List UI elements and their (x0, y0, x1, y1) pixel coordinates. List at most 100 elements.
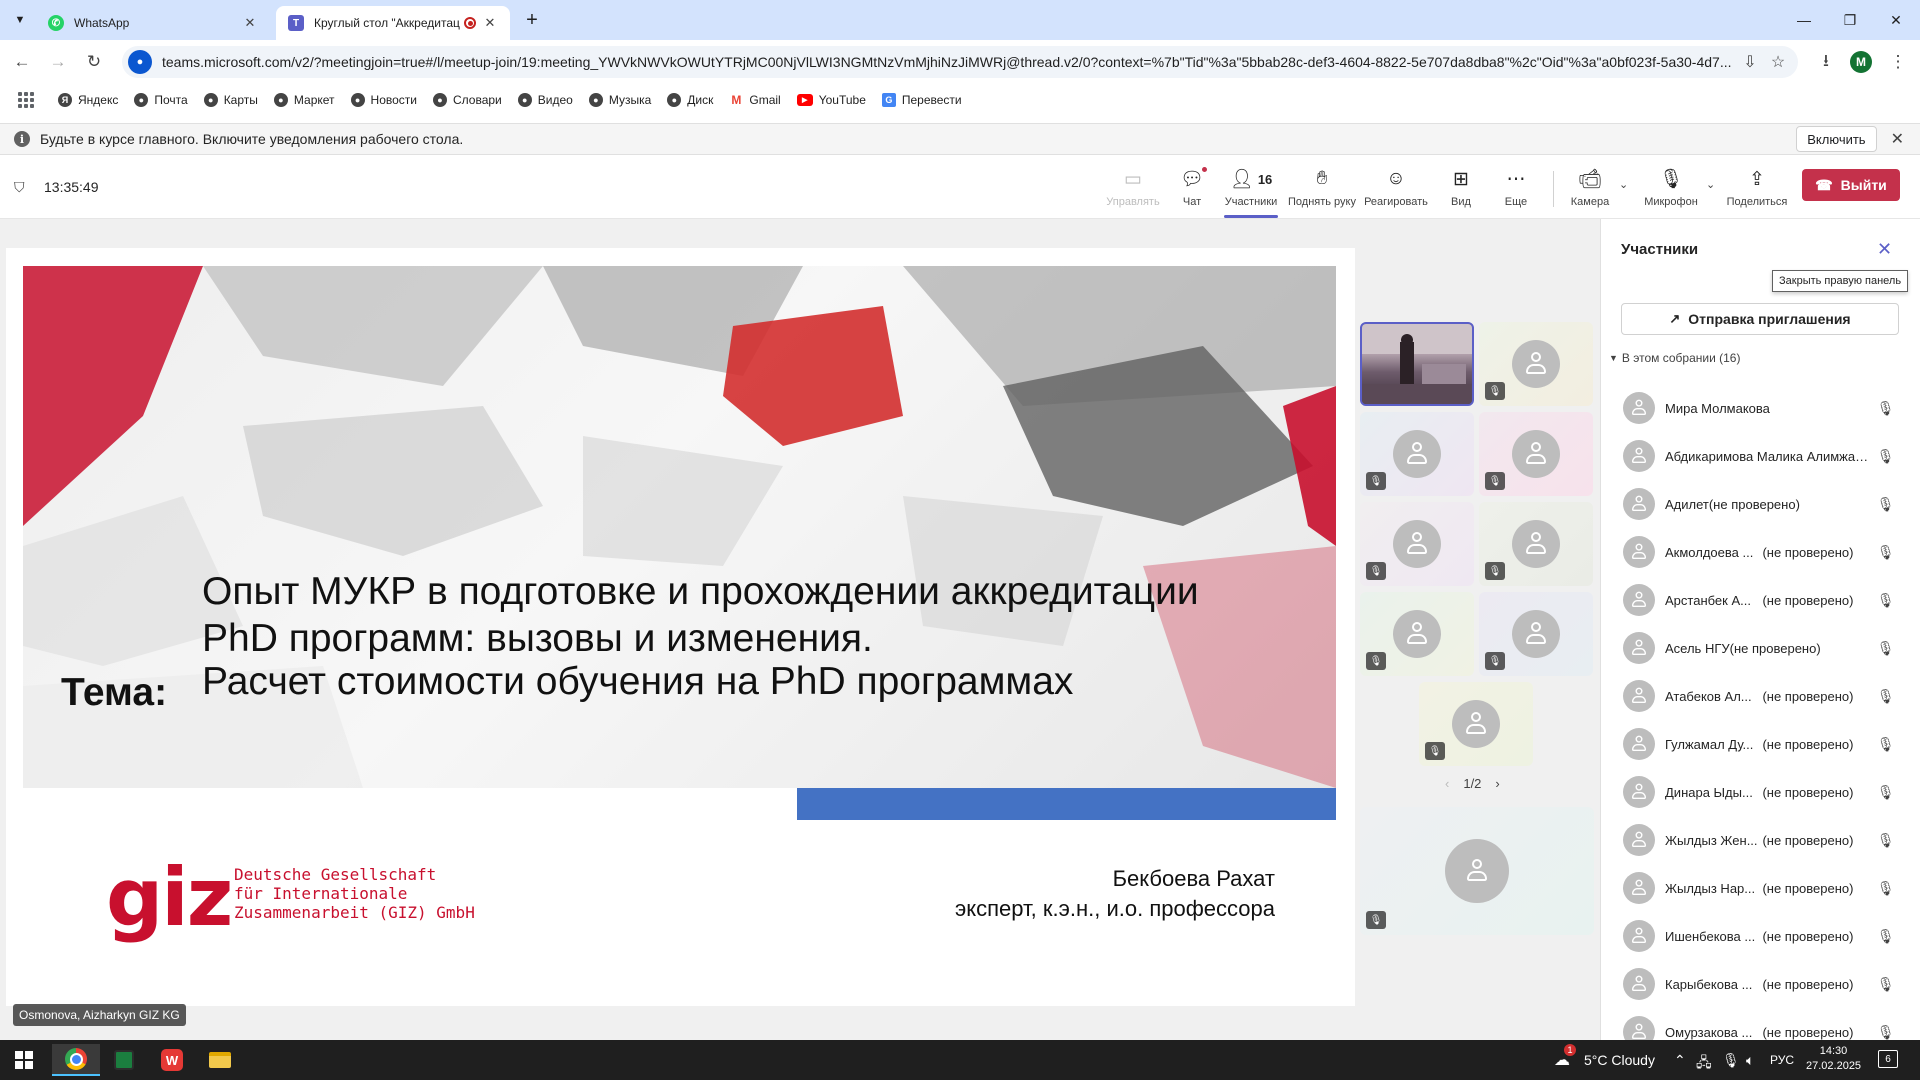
mic-options-chevron-icon[interactable]: ⌄ (1706, 178, 1715, 191)
yandex-icon: Я (58, 93, 72, 107)
participant-tile[interactable]: 🎙︎ (1419, 682, 1533, 766)
leave-button[interactable]: ☎ Выйти (1802, 169, 1900, 201)
person-icon (1525, 622, 1547, 646)
bookmark-market[interactable]: ● Маркет (273, 93, 335, 107)
bookmark-gmail[interactable]: M Gmail (729, 93, 781, 107)
participant-video-tile[interactable] (1360, 322, 1474, 406)
participant-row[interactable]: Карыбекова ... (не проверено) 🎙︎ (1601, 960, 1920, 1008)
bookmark-yandex[interactable]: Я Яндекс (58, 93, 118, 107)
minimize-window-icon[interactable]: — (1790, 6, 1818, 34)
bookmark-disk[interactable]: ● Диск (667, 93, 713, 107)
close-icon[interactable]: ✕ (1891, 129, 1904, 149)
share-button[interactable]: ⇪ Поделиться (1724, 167, 1790, 209)
participant-row[interactable]: Жылдыз Нар... (не проверено) 🎙︎ (1601, 864, 1920, 912)
tab-whatsapp[interactable]: ✆ WhatsApp ✕ (36, 6, 270, 40)
taskbar-file-explorer[interactable] (196, 1044, 244, 1076)
camera-options-chevron-icon[interactable]: ⌄ (1619, 178, 1628, 191)
downloads-icon[interactable]: ⭳ (1812, 48, 1840, 76)
back-arrow-icon[interactable]: ← (8, 48, 36, 76)
conference-room-video (1362, 324, 1472, 404)
participant-tile[interactable]: 🎙︎ (1360, 502, 1474, 586)
address-bar[interactable]: ● teams.microsoft.com/v2/?meetingjoin=tr… (122, 46, 1798, 78)
microphone-button[interactable]: 🎙︎ Микрофон (1638, 167, 1704, 208)
close-panel-icon[interactable]: ✕ (1877, 239, 1892, 260)
participant-tile[interactable]: 🎙︎ (1479, 502, 1593, 586)
install-app-icon[interactable]: ⇩ (1736, 48, 1764, 76)
network-icon[interactable]: 🖧︎ (1696, 1052, 1712, 1076)
people-icon: 👤︎ (1229, 169, 1254, 190)
participant-row[interactable]: Акмолдоева ... (не проверено) 🎙︎ (1601, 528, 1920, 576)
language-indicator[interactable]: РУС (1770, 1053, 1794, 1067)
tab-teams-meeting[interactable]: T Круглый стол "Аккредитац ✕ (276, 6, 510, 40)
chat-button[interactable]: 💬︎ Чат (1159, 166, 1225, 208)
system-clock[interactable]: 14:30 27.02.2025 (1806, 1044, 1861, 1074)
participant-row[interactable]: Атабеков Ал... (не проверено) 🎙︎ (1601, 672, 1920, 720)
shield-icon[interactable]: ⛉ (14, 179, 30, 195)
profile-avatar[interactable]: M (1850, 51, 1872, 73)
bookmark-translate[interactable]: G Перевести (881, 93, 962, 107)
send-invite-button[interactable]: ↗ Отправка приглашения (1621, 303, 1899, 335)
more-button[interactable]: ⋯ Еще (1483, 167, 1549, 209)
self-view-tile[interactable]: 🎙︎ (1360, 807, 1594, 935)
participant-row[interactable]: Арстанбек А... (не проверено) 🎙︎ (1601, 576, 1920, 624)
bookmark-video[interactable]: ● Видео (517, 93, 573, 107)
bookmark-youtube[interactable]: ▶ YouTube (796, 93, 866, 107)
apps-grid-icon[interactable] (18, 92, 34, 108)
tab-close-icon[interactable]: ✕ (242, 15, 258, 31)
participant-row[interactable]: Динара Ыды... (не проверено) 🎙︎ (1601, 768, 1920, 816)
participant-tile[interactable]: 🎙︎ (1479, 412, 1593, 496)
participant-name: Жылдыз Жен... (1665, 832, 1758, 848)
taskbar-wps-office[interactable]: W (148, 1044, 196, 1076)
participant-tile[interactable]: 🎙︎ (1360, 592, 1474, 676)
start-button[interactable] (0, 1044, 48, 1076)
bookmark-star-icon[interactable]: ☆ (1764, 48, 1792, 76)
new-tab-button[interactable]: + (520, 8, 544, 32)
tab-search-chevron-icon[interactable]: ▼ (8, 8, 32, 32)
participant-row[interactable]: Ишенбекова ... (не проверено) 🎙︎ (1601, 912, 1920, 960)
participant-row[interactable]: Жылдыз Жен... (не проверено) 🎙︎ (1601, 816, 1920, 864)
mic-muted-icon: 🎙︎ (1876, 735, 1895, 752)
in-meeting-section-toggle[interactable]: ▼ В этом собрании (16) (1609, 351, 1740, 365)
browser-menu-icon[interactable]: ⋮ (1884, 48, 1912, 76)
participant-row[interactable]: Омурзакова ... (не проверено) 🎙︎ (1601, 1008, 1920, 1040)
taskbar-xbox-app[interactable] (100, 1044, 148, 1076)
taskbar-chrome[interactable] (52, 1044, 100, 1076)
participant-row[interactable]: Асель НГУ(не проверено) 🎙︎ (1601, 624, 1920, 672)
volume-icon[interactable]: 🔈︎ (1746, 1052, 1754, 1069)
participant-name: Гулжамал Ду... (1665, 736, 1754, 752)
raise-hand-button[interactable]: ✋︎ Поднять руку (1288, 167, 1356, 208)
chevron-left-icon[interactable]: ‹ (1445, 776, 1449, 791)
react-button[interactable]: ☺ Реагировать (1363, 167, 1429, 208)
participant-status: (не проверено) (1762, 832, 1854, 848)
camera-button[interactable]: 📹︎ Камера (1557, 167, 1623, 208)
participant-row[interactable]: Гулжамал Ду... (не проверено) 🎙︎ (1601, 720, 1920, 768)
forward-arrow-icon[interactable]: → (44, 48, 72, 76)
notification-center-icon[interactable]: 6 (1878, 1050, 1898, 1068)
tab-close-icon[interactable]: ✕ (482, 15, 498, 31)
bookmark-maps[interactable]: ● Карты (203, 93, 258, 107)
windows-logo-icon (15, 1051, 33, 1069)
close-window-icon[interactable]: ✕ (1882, 6, 1910, 34)
enable-notifications-button[interactable]: Включить (1796, 126, 1877, 152)
participant-row[interactable]: Адилет(не проверено) 🎙︎ (1601, 480, 1920, 528)
microphone-in-use-icon[interactable]: ● (128, 50, 152, 74)
participant-tile[interactable]: 🎙︎ (1479, 322, 1593, 406)
bookmark-music[interactable]: ● Музыка (588, 93, 651, 107)
participant-tile[interactable]: 🎙︎ (1479, 592, 1593, 676)
participant-row[interactable]: Абдикаримова Малика Алимжановна 🎙︎ (1601, 432, 1920, 480)
participants-button[interactable]: 👤︎ 16 Участники (1218, 167, 1284, 218)
chevron-right-icon[interactable]: › (1495, 776, 1499, 791)
participant-row[interactable]: Мира Молмакова 🎙︎ (1601, 384, 1920, 432)
manage-button[interactable]: ▭ Управлять (1100, 167, 1166, 209)
bookmark-dictionary[interactable]: ● Словари (432, 93, 502, 107)
meeting-mic-tray-icon[interactable]: 🎙︎ (1722, 1052, 1740, 1069)
restore-window-icon[interactable]: ❐ (1836, 6, 1864, 34)
url-text[interactable]: teams.microsoft.com/v2/?meetingjoin=true… (162, 54, 1736, 70)
reload-icon[interactable]: ↻ (80, 48, 108, 76)
show-hidden-icons-icon[interactable]: ⌃ (1674, 1052, 1686, 1069)
weather-icon[interactable]: ☁ 1 (1554, 1044, 1576, 1070)
weather-text[interactable]: 5°C Cloudy (1584, 1052, 1655, 1068)
bookmark-news[interactable]: ● Новости (350, 93, 417, 107)
participant-tile[interactable]: 🎙︎ (1360, 412, 1474, 496)
bookmark-mail[interactable]: ● Почта (134, 93, 188, 107)
